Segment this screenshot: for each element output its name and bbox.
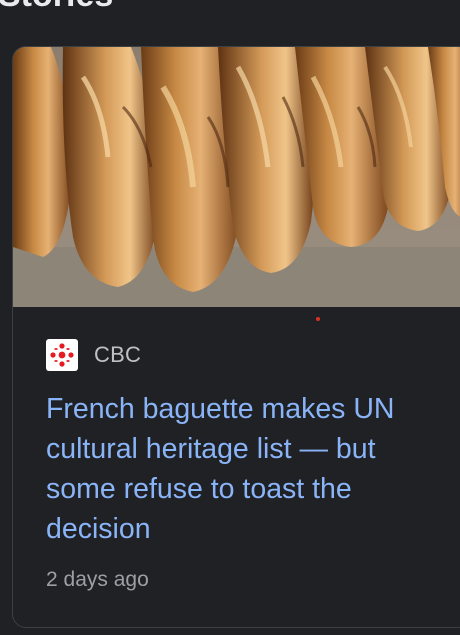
section-title: Stories: [0, 0, 113, 12]
story-timestamp: 2 days ago: [46, 568, 149, 591]
source-name: CBC: [94, 342, 142, 367]
story-thumbnail[interactable]: [13, 47, 460, 307]
source-row[interactable]: CBC: [46, 339, 141, 371]
story-card[interactable]: CBC French baguette makes UN cultural he…: [12, 46, 460, 628]
baguette-image: [13, 47, 460, 307]
story-headline[interactable]: French baguette makes UN cultural herita…: [46, 389, 446, 549]
page-indicator-dot: [316, 317, 320, 321]
cbc-gem-icon: [46, 339, 78, 371]
